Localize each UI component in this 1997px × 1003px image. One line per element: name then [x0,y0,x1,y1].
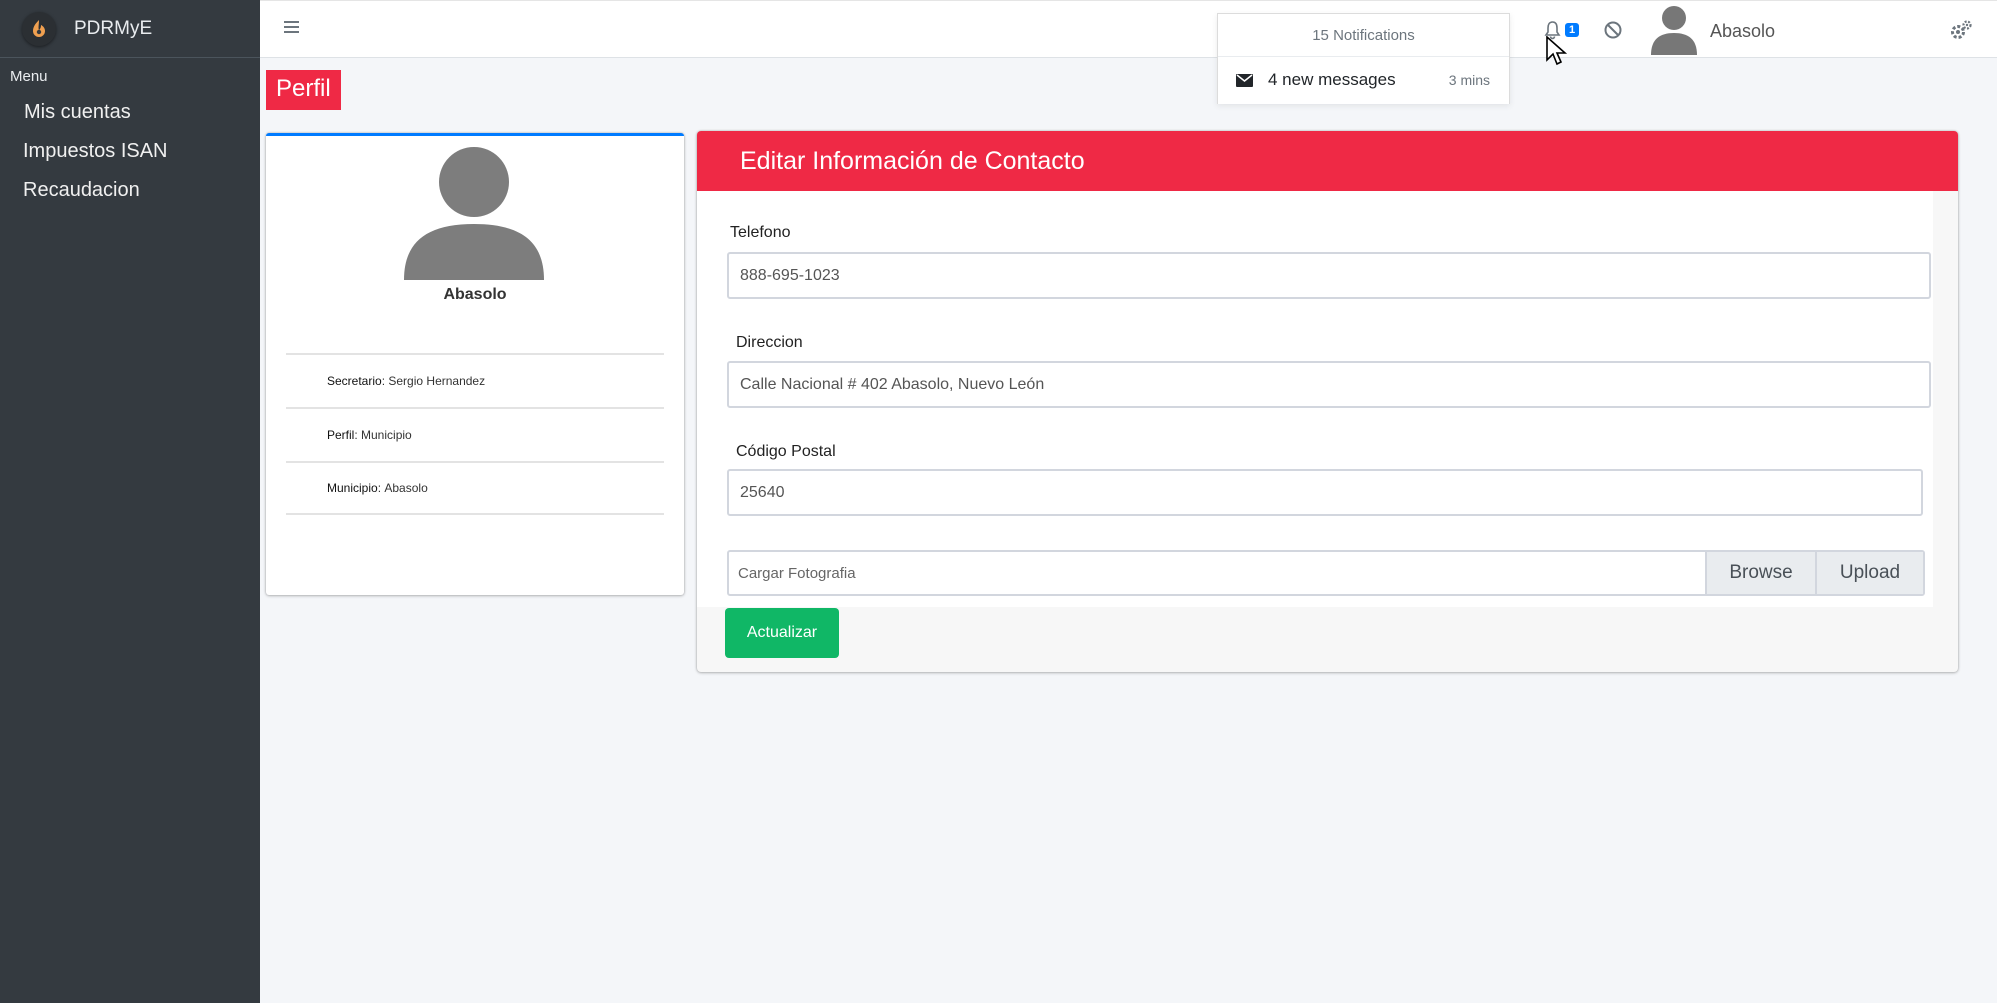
notification-count-badge: 1 [1565,23,1580,37]
sidebar-item-mis-cuentas[interactable]: Mis cuentas [0,93,260,132]
codigo-postal-label: Código Postal [736,443,836,460]
detail-value: Abasolo [384,481,428,495]
envelope-icon [1236,73,1253,87]
edit-contact-title: Editar Información de Contacto [697,131,1958,191]
mouse-cursor-icon [1546,36,1568,66]
brand-name: PDRMyE [74,17,153,39]
hamburger-menu-icon[interactable] [284,18,304,38]
notifications-dropdown: 15 Notifications 4 new messages 3 mins [1217,13,1510,104]
menu-header: Menu [10,68,48,85]
gears-icon[interactable] [1949,19,1973,41]
upload-button[interactable]: Upload [1815,552,1923,594]
ban-icon[interactable] [1603,20,1623,40]
brand-logo-icon [22,11,56,46]
detail-key: Perfil [327,428,355,442]
brand[interactable]: PDRMyE [0,0,260,58]
detail-value: Municipio [361,428,412,442]
direccion-field[interactable]: Calle Nacional # 402 Abasolo, Nuevo León [727,361,1931,408]
sidebar-item-impuestos-isan[interactable]: Impuestos ISAN [0,132,260,171]
profile-card: Abasolo Secretario: Sergio Hernandez Per… [266,133,684,595]
detail-key: Secretario [327,374,382,388]
detail-value: Sergio Hernandez [388,374,486,388]
profile-detail-secretario: Secretario: Sergio Hernandez [286,353,664,407]
user-avatar-icon[interactable] [1648,3,1700,55]
telefono-field[interactable]: 888-695-1023 [727,252,1931,299]
telefono-label: Telefono [730,224,791,241]
photo-file-input[interactable]: Cargar Fotografia [729,552,1705,594]
direccion-label: Direccion [736,334,803,351]
user-name[interactable]: Abasolo [1710,21,1775,42]
sidebar: PDRMyE Menu Mis cuentas Impuestos ISAN R… [0,0,260,1003]
page-title: Perfil [266,70,341,110]
codigo-postal-field[interactable]: 25640 [727,469,1923,516]
browse-button[interactable]: Browse [1705,552,1815,594]
profile-detail-municipio: Municipio: Abasolo [286,461,664,515]
profile-detail-perfil: Perfil: Municipio [286,407,664,461]
detail-key: Municipio [327,481,378,495]
actualizar-button[interactable]: Actualizar [725,608,839,658]
notification-text: 4 new messages [1268,70,1396,89]
contact-form: Telefono 888-695-1023 Direccion Calle Na… [697,191,1933,607]
notifications-header: 15 Notifications [1218,14,1509,57]
notification-time: 3 mins [1448,72,1490,88]
photo-upload-group: Cargar Fotografia Browse Upload [727,550,1925,596]
top-navbar: 15 Notifications 4 new messages 3 mins 1… [260,0,1997,104]
sidebar-item-recaudacion[interactable]: Recaudacion [0,171,260,210]
profile-avatar-icon [404,147,544,280]
edit-contact-card: Editar Información de Contacto Telefono … [697,131,1958,672]
profile-name: Abasolo [443,286,507,303]
notification-item[interactable]: 4 new messages 3 mins [1218,57,1509,103]
